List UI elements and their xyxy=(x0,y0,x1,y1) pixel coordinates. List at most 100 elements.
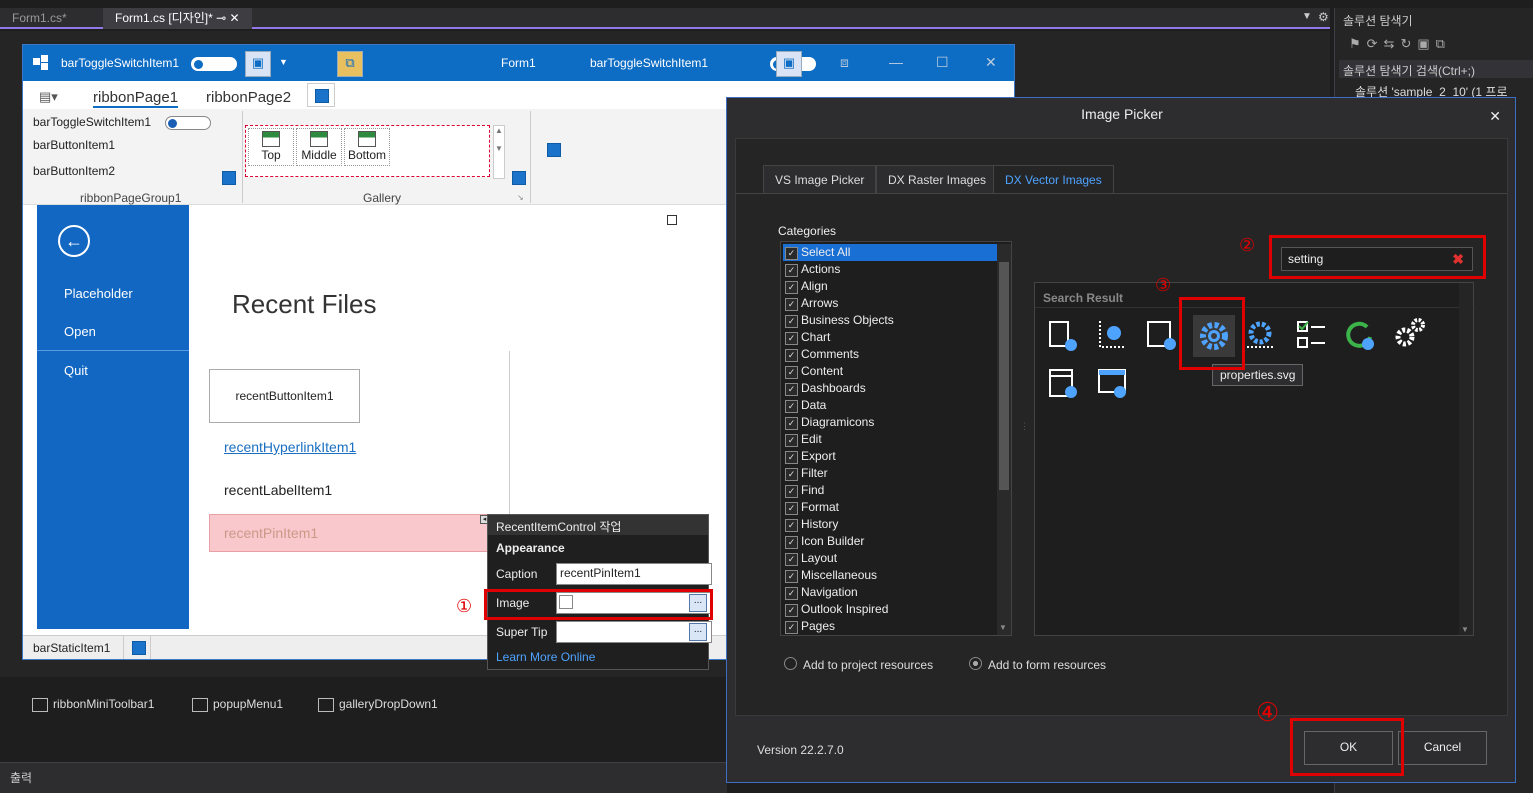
category-item[interactable]: ✓ Export xyxy=(783,448,997,465)
splitter-handle[interactable]: ⋮ xyxy=(1020,421,1029,432)
category-item[interactable]: ✓ Dashboards xyxy=(783,380,997,397)
ruler-settings-icon[interactable] xyxy=(1096,317,1130,351)
checkbox-icon[interactable]: ✓ xyxy=(785,434,798,447)
radio-form-resources[interactable]: Add to form resources xyxy=(969,657,1106,672)
category-item[interactable]: ✓ Icon Builder xyxy=(783,533,997,550)
category-item[interactable]: ✓ Comments xyxy=(783,346,997,363)
recent-pin-item[interactable]: recentPinItem1 xyxy=(209,514,489,552)
bar-button-item-1[interactable]: barButtonItem1 xyxy=(33,138,115,152)
gear-icon[interactable]: ⚙ xyxy=(1318,10,1329,24)
checkbox-icon[interactable]: ✓ xyxy=(785,587,798,600)
checkbox-icon[interactable]: ✓ xyxy=(785,264,798,277)
gallery-item-middle[interactable]: Middle xyxy=(296,128,342,166)
category-item[interactable]: ✓ Filter xyxy=(783,465,997,482)
solution-toolbar[interactable]: ⚑⟳⇆↻▣⧉ xyxy=(1349,36,1451,52)
checkbox-icon[interactable]: ✓ xyxy=(785,400,798,413)
add-item-icon[interactable] xyxy=(222,171,236,185)
checkbox-icon[interactable]: ✓ xyxy=(785,281,798,294)
category-item[interactable]: ✓ Content xyxy=(783,363,997,380)
category-item[interactable]: ✓ Arrows xyxy=(783,295,997,312)
add-item-button-right[interactable]: ▣ xyxy=(776,51,802,77)
close-icon[interactable]: ✕ xyxy=(985,54,997,71)
back-arrow-icon[interactable]: ← xyxy=(58,225,90,257)
checkbox-icon[interactable]: ✓ xyxy=(785,553,798,566)
window-settings-icon[interactable] xyxy=(1096,367,1130,401)
checkbox-icon[interactable]: ✓ xyxy=(785,485,798,498)
ribbon-toggle-switch[interactable] xyxy=(165,115,211,130)
solution-search-input[interactable]: 솔루션 탐색기 검색(Ctrl+;) xyxy=(1339,60,1533,78)
gallery-control[interactable]: Top Middle Bottom xyxy=(245,125,490,177)
page-setup-icon[interactable] xyxy=(1047,319,1081,353)
multiple-gears-icon[interactable] xyxy=(1393,315,1427,349)
backstage-item-quit[interactable]: Quit xyxy=(64,363,88,378)
category-item[interactable]: ✓ Business Objects xyxy=(783,312,997,329)
tray-item-mini-toolbar[interactable]: ribbonMiniToolbar1 xyxy=(32,697,154,712)
form-settings-icon[interactable] xyxy=(1047,367,1081,401)
checkbox-icon[interactable]: ✓ xyxy=(785,468,798,481)
supertip-input[interactable]: ... xyxy=(556,621,712,643)
category-item[interactable]: ✓ Chart xyxy=(783,329,997,346)
minimize-icon[interactable]: — xyxy=(889,54,903,70)
gear-settings-icon[interactable] xyxy=(1244,317,1278,351)
maximize-icon[interactable]: ☐ xyxy=(936,54,949,71)
chevron-down-icon[interactable]: ▼ xyxy=(279,57,288,67)
tab-dx-raster-images[interactable]: DX Raster Images xyxy=(876,165,999,194)
category-item[interactable]: ✓ Layout xyxy=(783,550,997,567)
toggle-switch-left[interactable] xyxy=(191,56,237,71)
add-item-icon[interactable] xyxy=(512,171,526,185)
checkbox-icon[interactable]: ✓ xyxy=(785,247,798,260)
status-static-item[interactable]: barStaticItem1 xyxy=(33,641,110,655)
category-item[interactable]: ✓ Outlook Inspired xyxy=(783,601,997,618)
categories-scrollbar[interactable]: ▼ xyxy=(997,244,1011,635)
tab-form1-cs[interactable]: Form1.cs* xyxy=(0,8,79,29)
checkbox-icon[interactable]: ✓ xyxy=(785,298,798,311)
category-item[interactable]: ✓ Format xyxy=(783,499,997,516)
checkbox-icon[interactable]: ✓ xyxy=(785,502,798,515)
output-panel-tab[interactable]: 출력 xyxy=(0,762,727,793)
tab-ribbonpage2[interactable]: ribbonPage2 xyxy=(206,89,291,106)
gallery-item-top[interactable]: Top xyxy=(248,128,294,166)
maximize-icon[interactable] xyxy=(667,215,677,225)
tray-item-gallery-dropdown[interactable]: galleryDropDown1 xyxy=(318,697,438,712)
category-item[interactable]: ✓ Pages xyxy=(783,618,997,635)
add-page-button[interactable] xyxy=(307,83,335,107)
supertip-browse-button[interactable]: ... xyxy=(689,623,707,641)
refresh-settings-icon[interactable] xyxy=(1343,319,1377,353)
checkbox-icon[interactable]: ✓ xyxy=(785,332,798,345)
tab-ribbonpage1[interactable]: ribbonPage1 xyxy=(93,89,179,108)
learn-more-link[interactable]: Learn More Online xyxy=(496,650,595,664)
checkbox-icon[interactable]: ✓ xyxy=(785,383,798,396)
restore-icon[interactable]: ⧈ xyxy=(840,54,849,71)
properties-info-icon[interactable] xyxy=(1145,319,1179,353)
checkbox-icon[interactable]: ✓ xyxy=(785,315,798,328)
recent-button-item[interactable]: recentButtonItem1 xyxy=(209,369,360,423)
category-item[interactable]: ✓ Select All xyxy=(783,244,997,261)
category-item[interactable]: ✓ Diagramicons xyxy=(783,414,997,431)
close-icon[interactable]: ✕ xyxy=(1489,108,1501,125)
checkbox-icon[interactable]: ✓ xyxy=(785,366,798,379)
add-item-button[interactable]: ▣ xyxy=(245,51,271,77)
close-icon[interactable]: ✕ xyxy=(230,11,240,25)
checkbox-icon[interactable]: ✓ xyxy=(785,604,798,617)
scroll-thumb[interactable] xyxy=(999,262,1009,490)
tab-vs-image-picker[interactable]: VS Image Picker xyxy=(763,165,877,194)
gallery-scroll[interactable]: ▲ ▼ xyxy=(493,125,505,179)
checkbox-icon[interactable]: ✓ xyxy=(785,570,798,583)
category-item[interactable]: ✓ Navigation xyxy=(783,584,997,601)
checkbox-icon[interactable]: ✓ xyxy=(785,536,798,549)
scroll-down-icon[interactable]: ▼ xyxy=(1461,625,1469,634)
checkbox-icon[interactable]: ✓ xyxy=(785,621,798,634)
backstage-item-placeholder[interactable]: Placeholder xyxy=(64,286,133,301)
qat-customize-button[interactable]: ⧉ xyxy=(337,51,363,77)
add-group-icon[interactable] xyxy=(547,143,561,157)
cancel-button[interactable]: Cancel xyxy=(1398,731,1487,765)
recent-hyperlink-item[interactable]: recentHyperlinkItem1 xyxy=(224,439,356,455)
checkbox-icon[interactable]: ✓ xyxy=(785,451,798,464)
result-scrollbar[interactable]: ▼ xyxy=(1459,283,1473,635)
category-item[interactable]: ✓ Find xyxy=(783,482,997,499)
dropdown-icon[interactable]: ▼ xyxy=(1302,11,1312,22)
gallery-item-bottom[interactable]: Bottom xyxy=(344,128,390,166)
pin-icon[interactable]: ⊸ xyxy=(216,11,226,25)
add-status-item[interactable] xyxy=(123,636,151,659)
category-item[interactable]: ✓ Align xyxy=(783,278,997,295)
